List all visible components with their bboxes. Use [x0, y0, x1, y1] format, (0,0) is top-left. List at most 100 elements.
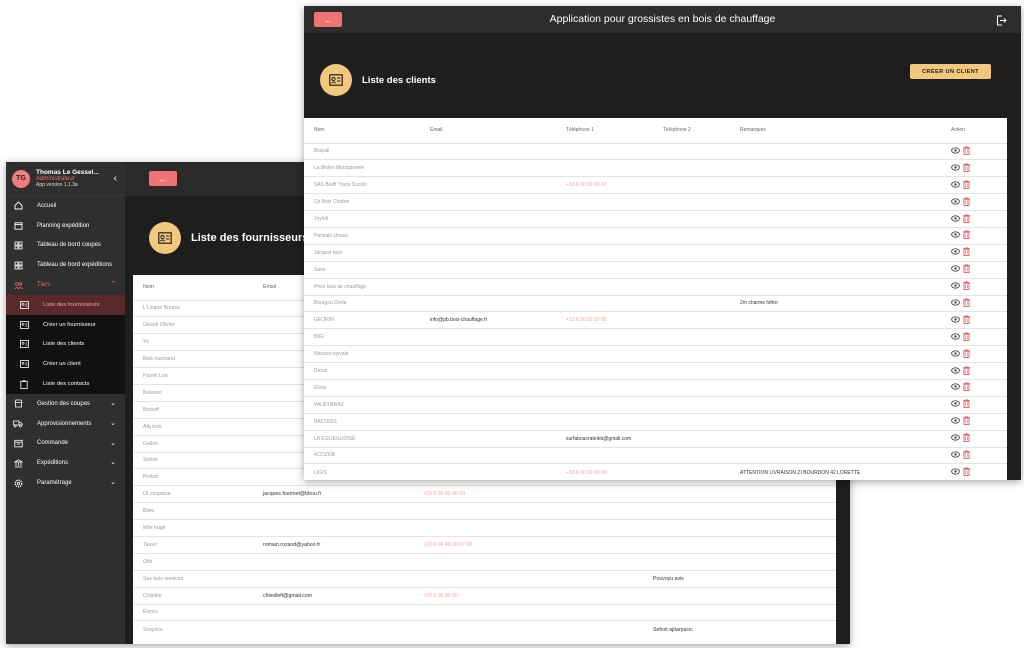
chevron-down-icon[interactable]: ⌄ [110, 458, 116, 466]
table-row[interactable]: Jacquet bois [304, 243, 1007, 262]
eye-icon[interactable] [951, 299, 960, 308]
sidebar-item-tableau-de-bord-expeditions[interactable]: Tableau de bord expéditions [6, 255, 125, 275]
table-row[interactable]: LA EGLIEGUOISE surfaboucrateleb@gmail.com [304, 429, 1007, 448]
table-row[interactable]: Droux [304, 362, 1007, 380]
sidebar-item-tableau-de-bord-coupes[interactable]: Tableau de bord coupes [6, 236, 125, 256]
table-row[interactable]: Elvora [133, 603, 836, 621]
table-row[interactable]: Gf coupaize jacques.fourmet@bbou.fr +33 6 … [133, 485, 836, 503]
eye-icon[interactable] [951, 147, 960, 156]
trash-icon[interactable] [963, 247, 970, 258]
sidebar-item-approvisionnements[interactable]: Approvisionnements ⌄ [6, 414, 125, 434]
table-row[interactable]: BIGI [304, 328, 1007, 346]
table-row[interactable]: Olbi [133, 552, 836, 571]
eye-icon[interactable] [951, 164, 960, 173]
eye-icon[interactable] [951, 197, 960, 207]
trash-icon[interactable] [963, 467, 970, 478]
eye-icon[interactable] [951, 265, 960, 274]
sidebar-item-liste-des-contacts[interactable]: Liste des contacts [6, 374, 125, 394]
eye-icon[interactable] [951, 451, 960, 460]
table-row[interactable]: Snojoize Sefcet ajdarpacic [133, 620, 836, 638]
table-row[interactable]: Sas bois services Pouvoyu avis [133, 569, 836, 588]
eye-icon[interactable] [951, 316, 960, 325]
trash-icon[interactable] [963, 230, 970, 241]
trash-icon[interactable] [963, 163, 970, 174]
sidebar-item-gestion-des-coupes[interactable]: Gestion des coupes ⌄ [6, 394, 125, 414]
sidebar-item-accueil[interactable]: Accueil [6, 196, 125, 216]
table-cell [643, 603, 766, 621]
eye-icon[interactable] [951, 214, 960, 224]
trash-icon[interactable] [963, 365, 970, 377]
eye-icon[interactable] [951, 349, 960, 359]
chevron-down-icon[interactable]: ⌄ [110, 439, 116, 447]
trash-icon[interactable] [963, 146, 970, 157]
table-row[interactable]: Bixio [133, 502, 836, 520]
trash-icon[interactable] [963, 180, 970, 191]
trash-icon[interactable] [963, 196, 970, 208]
sidebar-item-tiers[interactable]: Tiers ⌃ [6, 275, 125, 295]
collapse-sidebar-icon[interactable]: ‹ [114, 173, 117, 184]
table-cell: PAUDI BRAZ [304, 395, 420, 414]
table-row[interactable]: LIGIS +33 6 00 00 00 00 ATTENTION LIVRAISO… [304, 463, 1007, 480]
sidebar-item-creer-un-fournisseur[interactable]: Créer un fournisseur [6, 315, 125, 335]
table-row[interactable]: Phso bois de chauffage [304, 277, 1007, 296]
create-client-button[interactable]: CRÉER UN CLIENT [910, 64, 991, 79]
trash-icon[interactable] [963, 348, 970, 360]
logout-icon[interactable] [996, 13, 1007, 31]
chevron-down-icon[interactable]: ⌄ [110, 478, 116, 486]
trash-icon[interactable] [963, 450, 970, 461]
eye-icon[interactable] [951, 434, 960, 443]
table-row[interactable]: Cri Bois Chabot [304, 193, 1007, 211]
sidebar-item-commande[interactable]: Commande ⌄ [6, 434, 125, 454]
trash-icon[interactable] [963, 281, 970, 292]
eye-icon[interactable] [951, 400, 960, 409]
table-row[interactable]: Brayall [304, 142, 1007, 160]
eye-icon[interactable] [951, 417, 960, 426]
trash-icon[interactable] [963, 382, 970, 393]
sidebar-item-planning-expedition[interactable]: Planning expédition [6, 216, 125, 236]
sidebar-item-creer-un-client[interactable]: Créer un client [6, 354, 125, 374]
table-row[interactable]: Sano [304, 260, 1007, 279]
back-button[interactable]: ← [149, 171, 177, 186]
table-row[interactable]: Chisolie chisolleft@gmail.com +33 6 00 00 … [133, 586, 836, 605]
eye-icon[interactable] [951, 383, 960, 392]
sidebar-item-parametrage[interactable]: Paramétrage ⌄ [6, 473, 125, 493]
eye-icon[interactable] [951, 333, 960, 342]
sidebar-item-liste-des-fournisseurs[interactable]: Liste des fournisseurs [6, 294, 125, 315]
table-row[interactable]: Tauvo romain.rozand@yahoo.fr +33 6 00 40 0… [133, 535, 836, 554]
trash-icon[interactable] [963, 298, 970, 309]
table-row[interactable]: GEORIN info@pb.bois-chauffage.fr +33 6 00 … [304, 311, 1007, 329]
eye-icon[interactable] [951, 468, 960, 477]
table-cell [766, 620, 836, 638]
trash-icon[interactable] [963, 315, 970, 326]
table-row[interactable]: Mile hugé [133, 519, 836, 537]
sidebar-item-liste-des-clients[interactable]: Liste des clients [6, 335, 125, 355]
table-row[interactable]: BACOGIS [304, 412, 1007, 431]
eye-icon[interactable] [951, 366, 960, 376]
table-cell [730, 412, 951, 431]
table-row[interactable]: Pamlaio Urassi [304, 226, 1007, 245]
trash-icon[interactable] [963, 416, 970, 427]
table-cell [730, 345, 951, 363]
table-row[interactable]: SAS Bluffi Trans Socolo +33 6 00 00 00 07 [304, 176, 1007, 194]
table-row[interactable]: Nicusco sylvale [304, 345, 1007, 363]
trash-icon[interactable] [963, 213, 970, 225]
table-row[interactable]: La Bloles Morzigionele [304, 159, 1007, 177]
table-row[interactable]: Elvos [304, 378, 1007, 397]
user-profile[interactable]: TG Thomas Le Gessel... Administrateur Ap… [6, 162, 125, 196]
trash-icon[interactable] [963, 399, 970, 410]
table-row[interactable]: ACOZOB [304, 446, 1007, 464]
trash-icon[interactable] [963, 264, 970, 275]
trash-icon[interactable] [963, 332, 970, 343]
trash-icon[interactable] [963, 433, 970, 444]
chevron-down-icon[interactable]: ⌄ [110, 399, 116, 407]
eye-icon[interactable] [951, 248, 960, 257]
eye-icon[interactable] [951, 231, 960, 240]
table-row[interactable]: Joylott [304, 210, 1007, 228]
table-row[interactable]: Bourgou Dorte 2m charme hêtre [304, 294, 1007, 312]
eye-icon[interactable] [951, 181, 960, 190]
table-row[interactable]: PAUDI BRAZ [304, 395, 1007, 414]
chevron-down-icon[interactable]: ⌄ [110, 419, 116, 427]
sidebar-item-expeditions[interactable]: Expéditions ⌄ [6, 453, 125, 473]
chevron-up-icon[interactable]: ⌃ [110, 280, 116, 288]
eye-icon[interactable] [951, 282, 960, 291]
